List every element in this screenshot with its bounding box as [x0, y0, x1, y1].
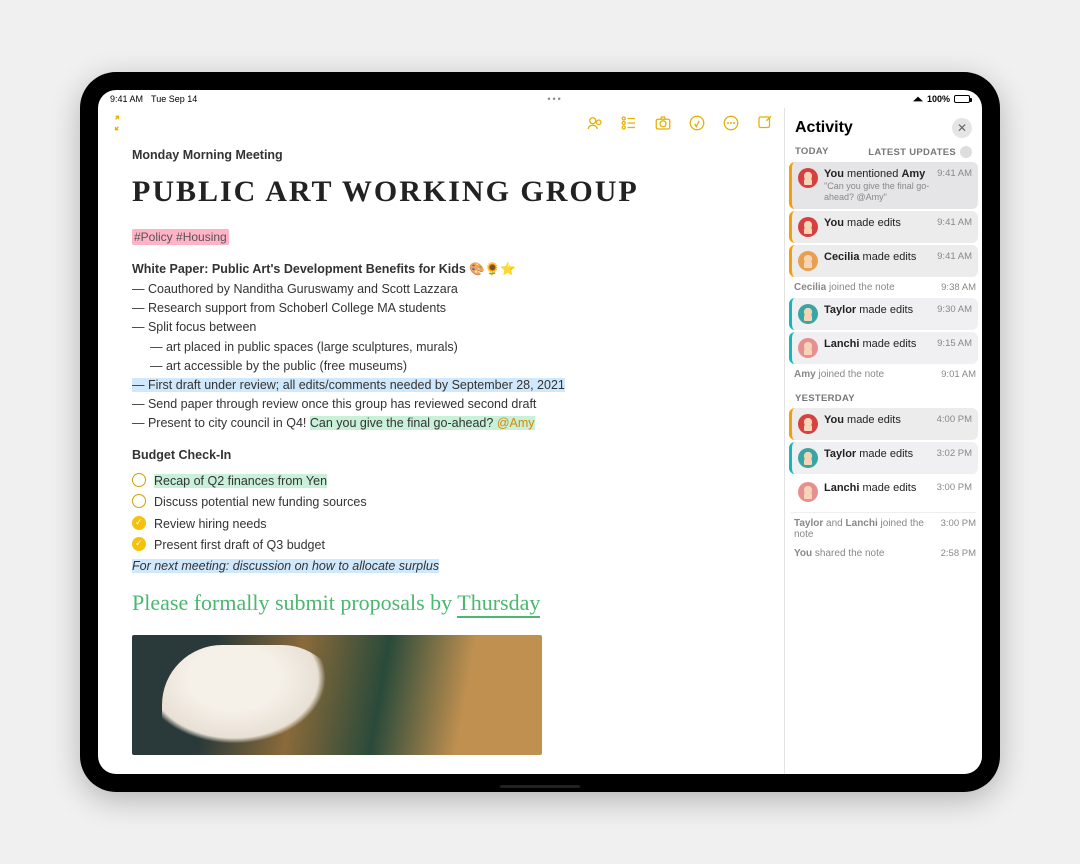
checkbox-checked[interactable] — [132, 516, 146, 530]
avatar — [798, 217, 818, 237]
note-subtitle: Monday Morning Meeting — [132, 146, 750, 164]
budget-checklist: Recap of Q2 finances from Yen Discuss po… — [132, 472, 750, 554]
checklist-icon[interactable] — [620, 114, 638, 132]
note-image[interactable] — [132, 635, 542, 755]
battery-percent: 100% — [927, 94, 950, 104]
latest-updates-dot — [960, 146, 972, 158]
checkbox-unchecked[interactable] — [132, 494, 146, 508]
note-body[interactable]: Monday Morning Meeting PUBLIC ART WORKIN… — [98, 138, 784, 774]
checkbox-checked[interactable] — [132, 537, 146, 551]
activity-title: Activity — [795, 119, 952, 137]
activity-time: 9:15 AM — [937, 338, 972, 349]
compose-icon[interactable] — [756, 114, 774, 132]
bullet-sub: — art accessible by the public (free mus… — [132, 357, 750, 375]
status-bar: 9:41 AM Tue Sep 14 ••• 100% — [98, 90, 982, 108]
check-label: Discuss potential new funding sources — [154, 493, 367, 511]
activity-time: 3:00 PM — [937, 482, 972, 493]
note-area: Monday Morning Meeting PUBLIC ART WORKIN… — [98, 108, 784, 774]
avatar — [798, 414, 818, 434]
activity-time: 9:30 AM — [937, 304, 972, 315]
activity-time: 9:41 AM — [937, 251, 972, 262]
avatar — [798, 168, 818, 188]
close-icon[interactable]: ✕ — [952, 118, 972, 138]
handwritten-note: Please formally submit proposals by Thur… — [132, 587, 750, 619]
avatar — [798, 304, 818, 324]
activity-foot-row: Taylor and Lanchi joined the note 3:00 P… — [785, 515, 982, 543]
activity-subtext: "Can you give the final go-ahead? @Amy" — [824, 181, 933, 203]
activity-text: Lanchi made edits — [824, 338, 933, 350]
bullet-line: — Split focus between — [132, 318, 750, 336]
activity-text: You made edits — [824, 217, 933, 229]
check-label: Review hiring needs — [154, 515, 267, 533]
activity-time: 3:02 PM — [937, 448, 972, 459]
check-label: Present first draft of Q3 budget — [154, 536, 325, 554]
activity-row[interactable]: You mentioned Amy"Can you give the final… — [789, 162, 978, 209]
multitask-dots[interactable]: ••• — [197, 94, 913, 104]
markup-icon[interactable] — [688, 114, 706, 132]
ipad-frame: 9:41 AM Tue Sep 14 ••• 100% — [80, 72, 1000, 792]
battery-icon — [954, 95, 970, 103]
avatar — [798, 338, 818, 358]
activity-row[interactable]: You made edits 4:00 PM — [789, 408, 978, 440]
bullet-mention: — Present to city council in Q4! Can you… — [132, 414, 750, 432]
status-time: 9:41 AM — [110, 94, 143, 104]
activity-text: Lanchi made edits — [824, 482, 933, 494]
avatar — [798, 482, 818, 502]
activity-today-label: TODAY — [795, 146, 829, 158]
check-label: Recap of Q2 finances from Yen — [154, 474, 327, 488]
activity-join-row: Amy joined the note 9:01 AM — [785, 366, 982, 383]
note-title: PUBLIC ART WORKING GROUP — [132, 170, 750, 214]
wifi-icon — [913, 97, 923, 102]
whitepaper-heading: White Paper: Public Art's Development Be… — [132, 260, 750, 278]
activity-panel: Activity ✕ TODAY LATEST UPDATES You ment… — [784, 108, 982, 774]
bullet-sub: — art placed in public spaces (large scu… — [132, 338, 750, 356]
avatar — [798, 251, 818, 271]
activity-foot-row: You shared the note 2:58 PM — [785, 545, 982, 562]
latest-updates-label[interactable]: LATEST UPDATES — [868, 147, 956, 158]
bullet-highlight: — First draft under review; all edits/co… — [132, 376, 750, 394]
collapse-icon[interactable] — [108, 114, 126, 132]
next-meeting-note: For next meeting: discussion on how to a… — [132, 557, 750, 575]
activity-time: 4:00 PM — [937, 414, 972, 425]
more-icon[interactable] — [722, 114, 740, 132]
bullet-line: — Coauthored by Nanditha Guruswamy and S… — [132, 280, 750, 298]
activity-row[interactable]: Taylor made edits 3:02 PM — [789, 442, 978, 474]
whitepaper-bullets: — Coauthored by Nanditha Guruswamy and S… — [132, 280, 750, 432]
activity-text: Cecilia made edits — [824, 251, 933, 263]
screen: 9:41 AM Tue Sep 14 ••• 100% — [98, 90, 982, 774]
bullet-line: — Research support from Schoberl College… — [132, 299, 750, 317]
activity-row[interactable]: You made edits 9:41 AM — [789, 211, 978, 243]
camera-icon[interactable] — [654, 114, 672, 132]
activity-row[interactable]: Taylor made edits 9:30 AM — [789, 298, 978, 330]
status-date: Tue Sep 14 — [151, 94, 197, 104]
activity-row[interactable]: Cecilia made edits 9:41 AM — [789, 245, 978, 277]
activity-text: You made edits — [824, 414, 933, 426]
activity-yesterday-label: YESTERDAY — [785, 385, 982, 408]
note-tags[interactable]: #Policy #Housing — [132, 229, 229, 245]
bullet-line: — Send paper through review once this gr… — [132, 395, 750, 413]
collaborate-icon[interactable] — [586, 114, 604, 132]
activity-time: 9:41 AM — [937, 168, 972, 179]
mention-amy[interactable]: @Amy — [497, 416, 535, 430]
activity-row[interactable]: Lanchi made edits 9:15 AM — [789, 332, 978, 364]
note-toolbar — [98, 108, 784, 138]
checkbox-unchecked[interactable] — [132, 473, 146, 487]
activity-text: You mentioned Amy — [824, 168, 933, 180]
budget-heading: Budget Check-In — [132, 446, 750, 464]
activity-row[interactable]: Lanchi made edits 3:00 PM — [789, 476, 978, 508]
activity-join-row: Cecilia joined the note 9:38 AM — [785, 279, 982, 296]
activity-text: Taylor made edits — [824, 448, 933, 460]
activity-text: Taylor made edits — [824, 304, 933, 316]
avatar — [798, 448, 818, 468]
activity-time: 9:41 AM — [937, 217, 972, 228]
